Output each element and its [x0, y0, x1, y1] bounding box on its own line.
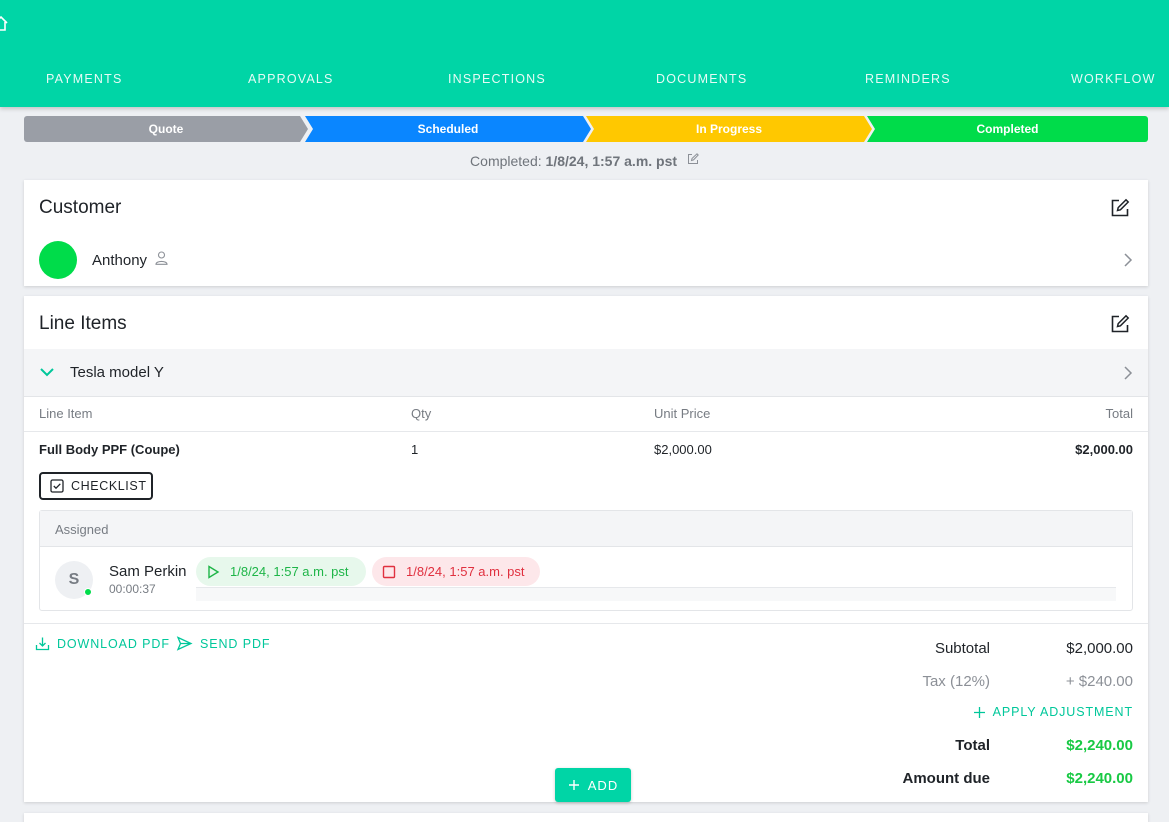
download-icon [35, 637, 50, 651]
column-header-total: Total [1105, 406, 1133, 421]
chevron-right-icon[interactable] [1123, 252, 1133, 268]
download-pdf-label: DOWNLOAD PDF [57, 636, 170, 651]
column-header-line-item: Line Item [39, 406, 93, 421]
stop-time: 1/8/24, 1:57 a.m. pst [406, 564, 525, 579]
plus-icon [568, 780, 579, 790]
stop-icon [382, 565, 396, 578]
send-icon [176, 636, 193, 651]
customer-row[interactable]: Anthony [24, 240, 1148, 280]
nav-reminders[interactable]: REMINDERS [865, 72, 951, 86]
divider [24, 431, 1148, 432]
nav-payments[interactable]: PAYMENTS [46, 72, 123, 86]
start-time: 1/8/24, 1:57 a.m. pst [230, 564, 349, 579]
add-button[interactable]: ADD [555, 768, 631, 802]
customer-card: Customer Anthony [24, 180, 1148, 286]
customer-title: Customer [39, 197, 122, 218]
next-card [24, 813, 1148, 822]
line-item-qty: 1 [411, 442, 419, 457]
line-items-card: Line Items Tesla model Y Line Item Qty U… [24, 296, 1148, 802]
play-icon [208, 564, 220, 579]
time-track [196, 587, 1116, 601]
customer-avatar [39, 241, 77, 279]
plus-icon [973, 706, 985, 718]
checklist-button[interactable]: CHECKLIST [39, 472, 153, 500]
step-quote[interactable]: Quote [24, 116, 308, 142]
step-in-progress[interactable]: In Progress [586, 116, 872, 142]
amount-due-label: Amount due [902, 770, 991, 787]
send-pdf-label: SEND PDF [200, 636, 271, 651]
download-pdf-button[interactable]: DOWNLOAD PDF [35, 636, 170, 651]
vehicle-row[interactable]: Tesla model Y [24, 349, 1148, 397]
completed-label: Completed: [470, 153, 542, 169]
online-status-dot [84, 588, 92, 596]
amount-due-value: $2,240.00 [1066, 770, 1133, 787]
column-header-qty: Qty [411, 406, 432, 421]
start-time-pill[interactable]: 1/8/24, 1:57 a.m. pst [196, 557, 366, 586]
home-icon[interactable] [0, 14, 8, 32]
send-pdf-button[interactable]: SEND PDF [176, 636, 270, 651]
vehicle-name: Tesla model Y [70, 364, 164, 381]
add-label: ADD [587, 777, 619, 793]
tax-value: + $240.00 [1065, 673, 1133, 690]
assigned-label: Assigned [55, 522, 109, 537]
assigned-panel: Assigned S Sam Perkin 00:00:37 1/8/24, 1… [39, 510, 1133, 611]
worker-name: Sam Perkin [109, 563, 187, 580]
line-items-title: Line Items [39, 313, 127, 334]
assigned-header: Assigned [40, 511, 1132, 547]
completed-timestamp: Completed: 1/8/24, 1:57 a.m. pst [0, 153, 1169, 169]
edit-icon[interactable] [1110, 198, 1130, 218]
nav-workflow[interactable]: WORKFLOW [1071, 72, 1156, 86]
apply-adjustment-label: APPLY ADJUSTMENT [992, 705, 1133, 719]
nav-inspections[interactable]: INSPECTIONS [448, 72, 546, 86]
completed-value: 1/8/24, 1:57 a.m. pst [545, 153, 678, 169]
customer-name: Anthony [92, 252, 148, 269]
line-item-name: Full Body PPF (Coupe) [39, 442, 180, 457]
edit-icon[interactable] [1110, 314, 1130, 334]
person-icon [155, 251, 168, 265]
total-label: Total [955, 737, 990, 754]
checkbox-icon [50, 479, 64, 493]
nav-documents[interactable]: DOCUMENTS [656, 72, 747, 86]
line-item-total: $2,000.00 [1075, 442, 1133, 457]
checklist-label: CHECKLIST [71, 479, 147, 493]
step-completed[interactable]: Completed [867, 116, 1148, 142]
tax-label: Tax (12%) [922, 673, 990, 690]
main-nav: PAYMENTS APPROVALS INSPECTIONS DOCUMENTS… [0, 72, 1169, 90]
divider [24, 623, 1148, 624]
subtotal-value: $2,000.00 [1066, 640, 1133, 657]
top-header: PAYMENTS APPROVALS INSPECTIONS DOCUMENTS… [0, 0, 1169, 107]
chevron-right-icon[interactable] [1123, 365, 1133, 381]
column-header-unit-price: Unit Price [654, 406, 711, 421]
subtotal-label: Subtotal [934, 640, 990, 657]
edit-timestamp-icon[interactable] [687, 153, 699, 165]
line-item-unit-price: $2,000.00 [654, 442, 712, 457]
worker-duration: 00:00:37 [109, 582, 156, 596]
stop-time-pill[interactable]: 1/8/24, 1:57 a.m. pst [372, 557, 540, 586]
step-scheduled[interactable]: Scheduled [305, 116, 591, 142]
chevron-down-icon[interactable] [39, 367, 55, 377]
total-value: $2,240.00 [1066, 737, 1133, 754]
apply-adjustment-button[interactable]: APPLY ADJUSTMENT [973, 705, 1133, 719]
status-stepper: Quote Scheduled In Progress Completed [24, 116, 1148, 142]
nav-approvals[interactable]: APPROVALS [248, 72, 334, 86]
